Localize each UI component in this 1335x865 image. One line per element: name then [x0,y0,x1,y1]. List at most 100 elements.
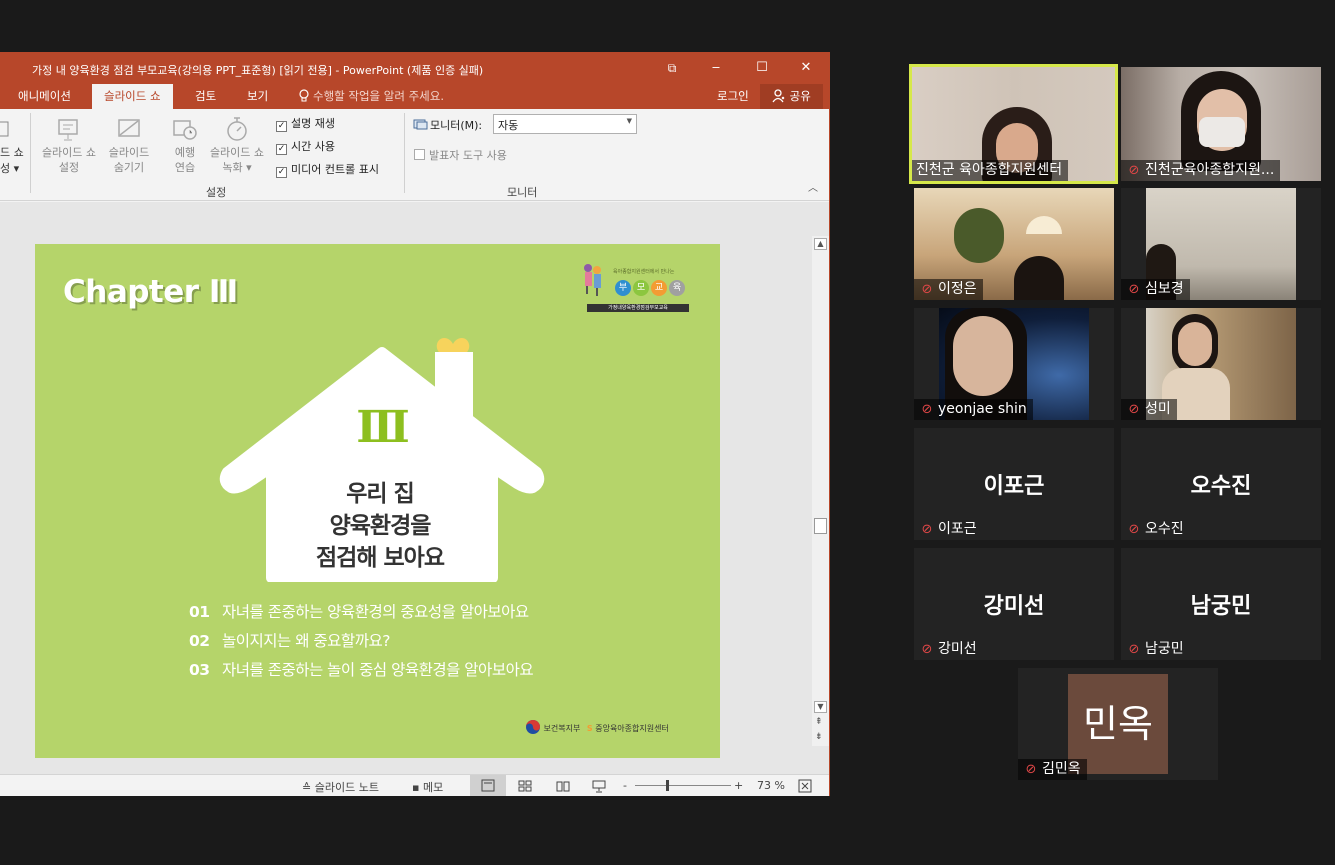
video-tile[interactable]: 진천군 육아종합지원센터 [909,64,1118,184]
presenter-view-checkbox[interactable]: 발표자 도구 사용 [414,147,507,163]
collapse-ribbon-icon[interactable]: ︿ [808,179,818,194]
record-button[interactable]: 슬라이드 쇼 녹화 ▾ [204,115,270,175]
slideshow-view-icon[interactable] [592,779,606,793]
zoom-level[interactable]: 73 % [757,779,785,792]
scroll-thumb[interactable] [814,518,827,534]
window-title: 가정 내 양육환경 점검 부모교육(강의용 PPT_표준형) [읽기 전용] -… [32,64,484,77]
restore-icon[interactable]: ⧉ [650,52,694,84]
rehearse-label-2: 연습 [174,161,196,174]
logo-ministry: 보건복지부 S 중앙육아종합지원센터 [525,719,669,735]
participant-name: ⊘ 진천군육아종합지원... [1121,160,1281,181]
lamp [1026,216,1062,234]
list-item: 01 자녀를 존중하는 양육환경의 중요성을 알아보아요 [189,603,529,621]
video-tile[interactable]: ⊘ 성미 [1121,308,1321,420]
participant-name: ⊘ yeonjae shin [914,399,1033,420]
video-tile[interactable]: ⊘ 진천군육아종합지원... [1121,67,1321,181]
checkbox-empty-icon [414,149,425,160]
comment-icon: ▪ [412,781,423,794]
vertical-scrollbar[interactable]: ▲ ▼ ⇞ ⇟ [812,236,829,746]
logo-subtitle: 가정내양육환경점검부모교육 [587,304,689,312]
monitor-select[interactable]: 자동 ▼ [493,114,637,134]
person-icon [772,89,785,103]
section-numeral: Ⅲ [356,402,410,453]
lightbulb-icon [299,89,309,102]
separator [30,113,31,193]
zoom-slider-thumb[interactable] [666,780,669,791]
tab-slideshow[interactable]: 슬라이드 쇼 [92,84,173,109]
prev-slide-icon[interactable]: ⇞ [815,717,823,727]
minimize-button[interactable]: ‒ [694,52,738,84]
scroll-up-icon[interactable]: ▲ [814,238,827,250]
video-tile[interactable]: ⊘ yeonjae shin [914,308,1114,420]
ministry-label: 보건복지부 [543,724,581,733]
video-tile[interactable]: 오수진 ⊘ 오수진 [1121,428,1321,540]
logo-badges: 부 모 교 육 [613,280,693,298]
tab-view[interactable]: 보기 [235,84,280,109]
ribbon: 드 쇼 성 ▾ 슬라이드 쇼 설정 슬라이드 숨기기 예행 연습 슬라이드 쇼 … [0,109,829,201]
notes-icon: ≙ [302,781,315,794]
mic-muted-icon: ⊘ [1128,522,1140,537]
house-line-1: 우리 집 [346,481,415,507]
participant-display-name: 이포근 [983,474,1045,499]
reading-view-icon[interactable] [556,780,570,792]
share-button[interactable]: 공유 [760,84,823,109]
hide-label-1: 슬라이드 [108,146,150,159]
face-mask [1199,117,1245,147]
hide-label-2: 숨기기 [113,161,145,174]
kids-illustration-icon [584,264,601,296]
participant-name: ⊘ 이포근 [914,519,983,540]
participant-display-name: 남궁민 [1190,594,1252,619]
comments-label: 메모 [422,781,444,794]
list-item: 02 놀이지지는 왜 중요할까요? [189,632,390,650]
media-controls-checkbox[interactable]: ✓ 미디어 컨트롤 표시 [276,161,379,178]
tab-review[interactable]: 검토 [183,84,228,109]
video-tile[interactable]: 민옥 ⊘ 김민옥 [1018,668,1218,780]
logo-badge: 모 [633,280,649,296]
video-tile[interactable]: 강미선 ⊘ 강미선 [914,548,1114,660]
slideshow-setup-button[interactable]: 슬라이드 쇼 설정 [34,115,104,175]
mic-muted-icon: ⊘ [1128,402,1140,417]
timing-checkbox[interactable]: ✓ 시간 사용 [276,138,335,155]
close-button[interactable]: ✕ [784,52,828,84]
setup-label-2: 설정 [58,161,80,174]
next-slide-icon[interactable]: ⇟ [815,732,823,742]
person-face [953,316,1013,396]
maximize-button[interactable]: ☐ [740,52,784,84]
monitor-icon [413,119,428,130]
video-tile[interactable]: ⊘ 이정은 [914,188,1114,300]
video-tile[interactable]: ⊘ 심보경 [1121,188,1321,300]
rehearse-button[interactable]: 예행 연습 [160,115,210,175]
participant-name: ⊘ 오수진 [1121,519,1190,540]
login-link[interactable]: 로그인 [705,84,761,109]
slide-sorter-icon[interactable] [518,780,532,792]
notes-button[interactable]: ≙ 슬라이드 노트 [302,779,379,795]
logo-badge: 교 [651,280,667,296]
person-hair [1014,256,1064,300]
tell-me-box[interactable]: 수행할 작업을 알려 주세요. [290,84,456,109]
center-label: 중앙육아종합지원센터 [595,724,669,733]
tab-animation[interactable]: 애니메이션 [6,84,83,109]
partial-label-2: 성 ▾ [0,162,20,175]
hide-slide-button[interactable]: 슬라이드 숨기기 [104,115,154,175]
title-bar: 가정 내 양육환경 점검 부모교육(강의용 PPT_표준형) [읽기 전용] -… [0,52,829,84]
timing-label: 시간 사용 [291,140,335,153]
record-label-1: 슬라이드 쇼 [209,146,265,159]
video-tile[interactable]: 남궁민 ⊘ 남궁민 [1121,548,1321,660]
mic-muted-icon: ⊘ [1025,762,1037,777]
video-tile[interactable]: 이포근 ⊘ 이포근 [914,428,1114,540]
slideshow-icon [0,121,9,137]
slide-canvas[interactable]: Chapter Ⅲ 육아종합지원센터에서 만나는 부 모 교 육 가정내양육환경… [35,244,720,758]
fit-to-window-icon[interactable] [798,779,812,793]
person-face [1178,322,1212,366]
comments-button[interactable]: ▪ 메모 [412,779,443,795]
zoom-slider[interactable] [635,785,731,786]
zoom-out-icon[interactable]: - [623,779,627,792]
rehearse-icon [173,120,197,140]
scroll-down-icon[interactable]: ▼ [814,701,827,713]
narration-checkbox[interactable]: ✓ 설명 재생 [276,115,335,132]
normal-view-button[interactable] [470,775,506,796]
house-line-2: 양육환경을 [329,513,432,539]
zoom-in-icon[interactable]: + [734,779,743,792]
logo-badge: 부 [615,280,631,296]
mic-muted-icon: ⊘ [1128,642,1140,657]
